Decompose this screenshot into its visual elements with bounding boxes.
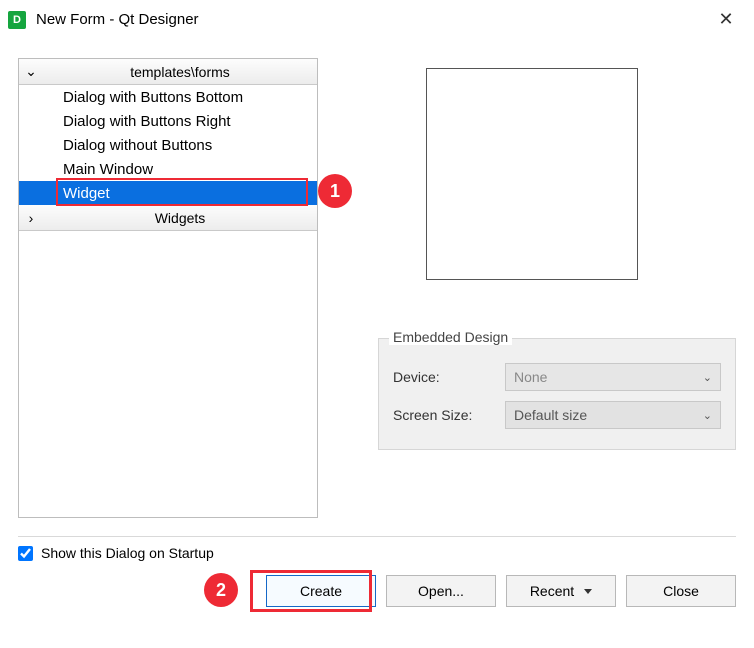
- tree-item[interactable]: Dialog with Buttons Right: [19, 109, 317, 133]
- create-button[interactable]: Create: [266, 575, 376, 607]
- divider: [18, 536, 736, 537]
- show-on-startup-label: Show this Dialog on Startup: [41, 545, 214, 561]
- chevron-down-icon[interactable]: ⌄: [19, 63, 43, 80]
- button-row: 2 Create Open... Recent Close: [18, 575, 736, 607]
- close-icon[interactable]: ✕: [706, 0, 746, 40]
- device-value: None: [514, 369, 547, 385]
- tree-group-templates[interactable]: ⌄ templates\forms: [19, 59, 317, 85]
- open-button[interactable]: Open...: [386, 575, 496, 607]
- form-preview: [426, 68, 638, 280]
- chevron-right-icon[interactable]: ›: [19, 210, 43, 226]
- template-tree[interactable]: ⌄ templates\forms Dialog with Buttons Bo…: [18, 58, 318, 518]
- device-combo[interactable]: None ⌄: [505, 363, 721, 391]
- window-title: New Form - Qt Designer: [36, 11, 706, 28]
- close-button[interactable]: Close: [626, 575, 736, 607]
- screen-size-label: Screen Size:: [393, 407, 493, 423]
- show-on-startup-row[interactable]: Show this Dialog on Startup: [18, 545, 736, 561]
- screen-size-value: Default size: [514, 407, 587, 423]
- chevron-down-icon: ⌄: [703, 371, 712, 384]
- titlebar: D New Form - Qt Designer ✕: [0, 0, 754, 40]
- group-title: Embedded Design: [389, 329, 512, 345]
- screen-size-combo[interactable]: Default size ⌄: [505, 401, 721, 429]
- annotation-badge-2: 2: [204, 573, 238, 607]
- tree-item-selected[interactable]: Widget: [19, 181, 317, 205]
- tree-item[interactable]: Dialog with Buttons Bottom: [19, 85, 317, 109]
- tree-item[interactable]: Dialog without Buttons: [19, 133, 317, 157]
- chevron-down-icon: [584, 589, 592, 594]
- tree-group-label: Widgets: [43, 210, 317, 226]
- show-on-startup-checkbox[interactable]: [18, 546, 33, 561]
- recent-button[interactable]: Recent: [506, 575, 616, 607]
- device-label: Device:: [393, 369, 493, 385]
- embedded-design-group: Embedded Design Device: None ⌄ Screen Si…: [378, 338, 736, 450]
- app-icon: D: [8, 11, 26, 29]
- annotation-badge-1: 1: [318, 174, 352, 208]
- tree-group-label: templates\forms: [43, 64, 317, 80]
- chevron-down-icon: ⌄: [703, 409, 712, 422]
- tree-group-widgets[interactable]: › Widgets: [19, 205, 317, 231]
- tree-item[interactable]: Main Window: [19, 157, 317, 181]
